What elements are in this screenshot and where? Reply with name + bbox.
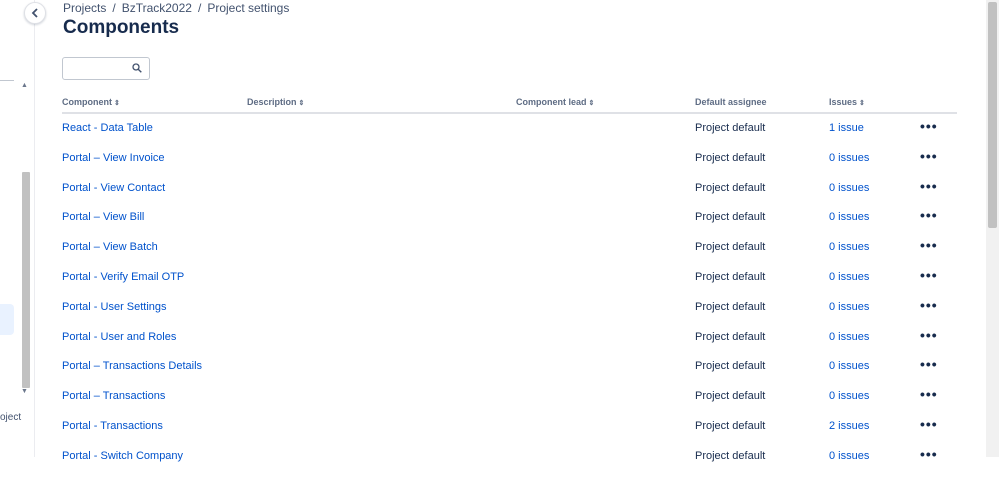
table-row: Portal – View Invoice Project default 0 is… [62, 148, 957, 182]
issues-count-link[interactable]: 1 issue [829, 122, 864, 134]
scroll-up-arrow-icon[interactable]: ▲ [21, 82, 28, 89]
table-row: Portal - User Settings Project default 0 i… [62, 297, 957, 331]
component-name-link[interactable]: Portal – View Bill [62, 211, 144, 223]
component-name-link[interactable]: Portal - User Settings [62, 301, 167, 313]
issues-count-link[interactable]: 0 issues [829, 450, 869, 462]
more-actions-icon[interactable]: ••• [920, 237, 938, 253]
issues-count-link[interactable]: 2 issues [829, 420, 869, 432]
component-name-link[interactable]: Portal - View Contact [62, 182, 165, 194]
column-header-issues[interactable]: Issues ⇕ [829, 97, 865, 107]
breadcrumb-project[interactable]: BzTrack2022 [122, 1, 192, 15]
default-assignee: Project default [695, 181, 766, 194]
component-name-link[interactable]: Portal – Transactions [62, 390, 165, 402]
breadcrumb-projects[interactable]: Projects [63, 1, 106, 15]
sort-icon: ⇕ [298, 100, 305, 107]
sidebar-selected-item[interactable] [0, 304, 14, 335]
default-assignee: Project default [695, 449, 766, 462]
more-actions-icon[interactable]: ••• [920, 207, 938, 223]
column-header-description[interactable]: Description ⇕ [247, 97, 304, 107]
table-row: Portal - User and Roles Project default 0 … [62, 327, 957, 361]
sidebar-scrollbar[interactable]: ▲ ▼ [20, 80, 32, 402]
column-header-component[interactable]: Component ⇕ [62, 97, 120, 107]
default-assignee: Project default [695, 122, 766, 134]
sidebar-border [34, 0, 35, 457]
page-scrollbar-thumb[interactable] [988, 2, 997, 228]
component-name-link[interactable]: Portal – View Invoice [62, 152, 165, 164]
table-row: Portal - Switch Company Project default 0 … [62, 446, 957, 480]
sort-icon: ⇕ [588, 100, 595, 107]
component-name-link[interactable]: Portal – Transactions Details [62, 360, 202, 372]
more-actions-icon[interactable]: ••• [920, 118, 938, 134]
more-actions-icon[interactable]: ••• [920, 416, 938, 432]
default-assignee: Project default [695, 211, 766, 224]
default-assignee: Project default [695, 241, 766, 254]
issues-count-link[interactable]: 0 issues [829, 182, 869, 194]
issues-count-link[interactable]: 0 issues [829, 360, 869, 372]
component-name-link[interactable]: Portal – View Batch [62, 241, 158, 253]
more-actions-icon[interactable]: ••• [920, 148, 938, 164]
issues-count-link[interactable]: 0 issues [829, 390, 869, 402]
table-row: Portal – Transactions Details Project def… [62, 356, 957, 390]
table-row: Portal - Verify Email OTP Project default… [62, 267, 957, 301]
table-row: React - Data Table Project default 1 issue… [62, 118, 957, 152]
issues-count-link[interactable]: 0 issues [829, 241, 869, 253]
table-row: Portal - Transactions Project default 2 is… [62, 416, 957, 450]
default-assignee: Project default [695, 271, 766, 283]
issues-count-link[interactable]: 0 issues [829, 271, 869, 283]
breadcrumb-project-settings[interactable]: Project settings [207, 1, 289, 15]
column-header-default-assignee: Default assignee [695, 97, 767, 107]
more-actions-icon[interactable]: ••• [920, 386, 938, 402]
search-field[interactable] [62, 57, 150, 80]
more-actions-icon[interactable]: ••• [920, 356, 938, 372]
chevron-left-icon [31, 8, 38, 18]
scroll-down-arrow-icon[interactable]: ▼ [21, 388, 28, 395]
search-input[interactable] [67, 58, 135, 80]
default-assignee: Project default [695, 300, 766, 313]
issues-count-link[interactable]: 0 issues [829, 211, 869, 223]
table-row: Portal – Transactions Project default 0 is… [62, 386, 957, 420]
issues-count-link[interactable]: 0 issues [829, 152, 869, 164]
table-header: Component ⇕ Description ⇕ Component lead ⇕ … [62, 97, 957, 114]
table-row: Portal – View Bill Project default 0 issue… [62, 207, 957, 241]
issues-count-link[interactable]: 0 issues [829, 301, 869, 313]
breadcrumb: Projects / BzTrack2022 / Project settings [63, 1, 289, 15]
sort-icon: ⇕ [859, 100, 865, 107]
component-name-link[interactable]: Portal - Switch Company [62, 450, 183, 462]
more-actions-icon[interactable]: ••• [920, 327, 938, 343]
page-scrollbar[interactable] [986, 0, 999, 457]
sidebar-divider [0, 80, 14, 81]
more-actions-icon[interactable]: ••• [920, 267, 938, 283]
search-icon[interactable] [132, 63, 142, 73]
default-assignee: Project default [695, 360, 766, 373]
more-actions-icon[interactable]: ••• [920, 446, 938, 462]
default-assignee: Project default [695, 151, 766, 164]
column-header-component-lead[interactable]: Component lead ⇕ [516, 97, 594, 107]
page-title: Components [63, 17, 180, 38]
issues-count-link[interactable]: 0 issues [829, 331, 869, 343]
component-name-link[interactable]: Portal - User and Roles [62, 331, 176, 343]
collapse-sidebar-button[interactable] [24, 2, 46, 24]
table-row: Portal - View Contact Project default 0 is… [62, 178, 957, 212]
default-assignee: Project default [695, 330, 766, 343]
component-name-link[interactable]: Portal - Verify Email OTP [62, 271, 184, 283]
sidebar-scrollbar-thumb[interactable] [22, 172, 30, 388]
default-assignee: Project default [695, 420, 766, 432]
sort-icon: ⇕ [114, 100, 120, 107]
sidebar-item-label[interactable]: oject [0, 412, 21, 423]
more-actions-icon[interactable]: ••• [920, 297, 938, 313]
default-assignee: Project default [695, 390, 766, 403]
breadcrumb-separator: / [112, 1, 116, 15]
more-actions-icon[interactable]: ••• [920, 178, 938, 194]
component-name-link[interactable]: React - Data Table [62, 122, 153, 134]
table-row: Portal – View Batch Project default 0 issu… [62, 237, 957, 271]
breadcrumb-separator: / [197, 1, 202, 15]
component-name-link[interactable]: Portal - Transactions [62, 420, 163, 432]
